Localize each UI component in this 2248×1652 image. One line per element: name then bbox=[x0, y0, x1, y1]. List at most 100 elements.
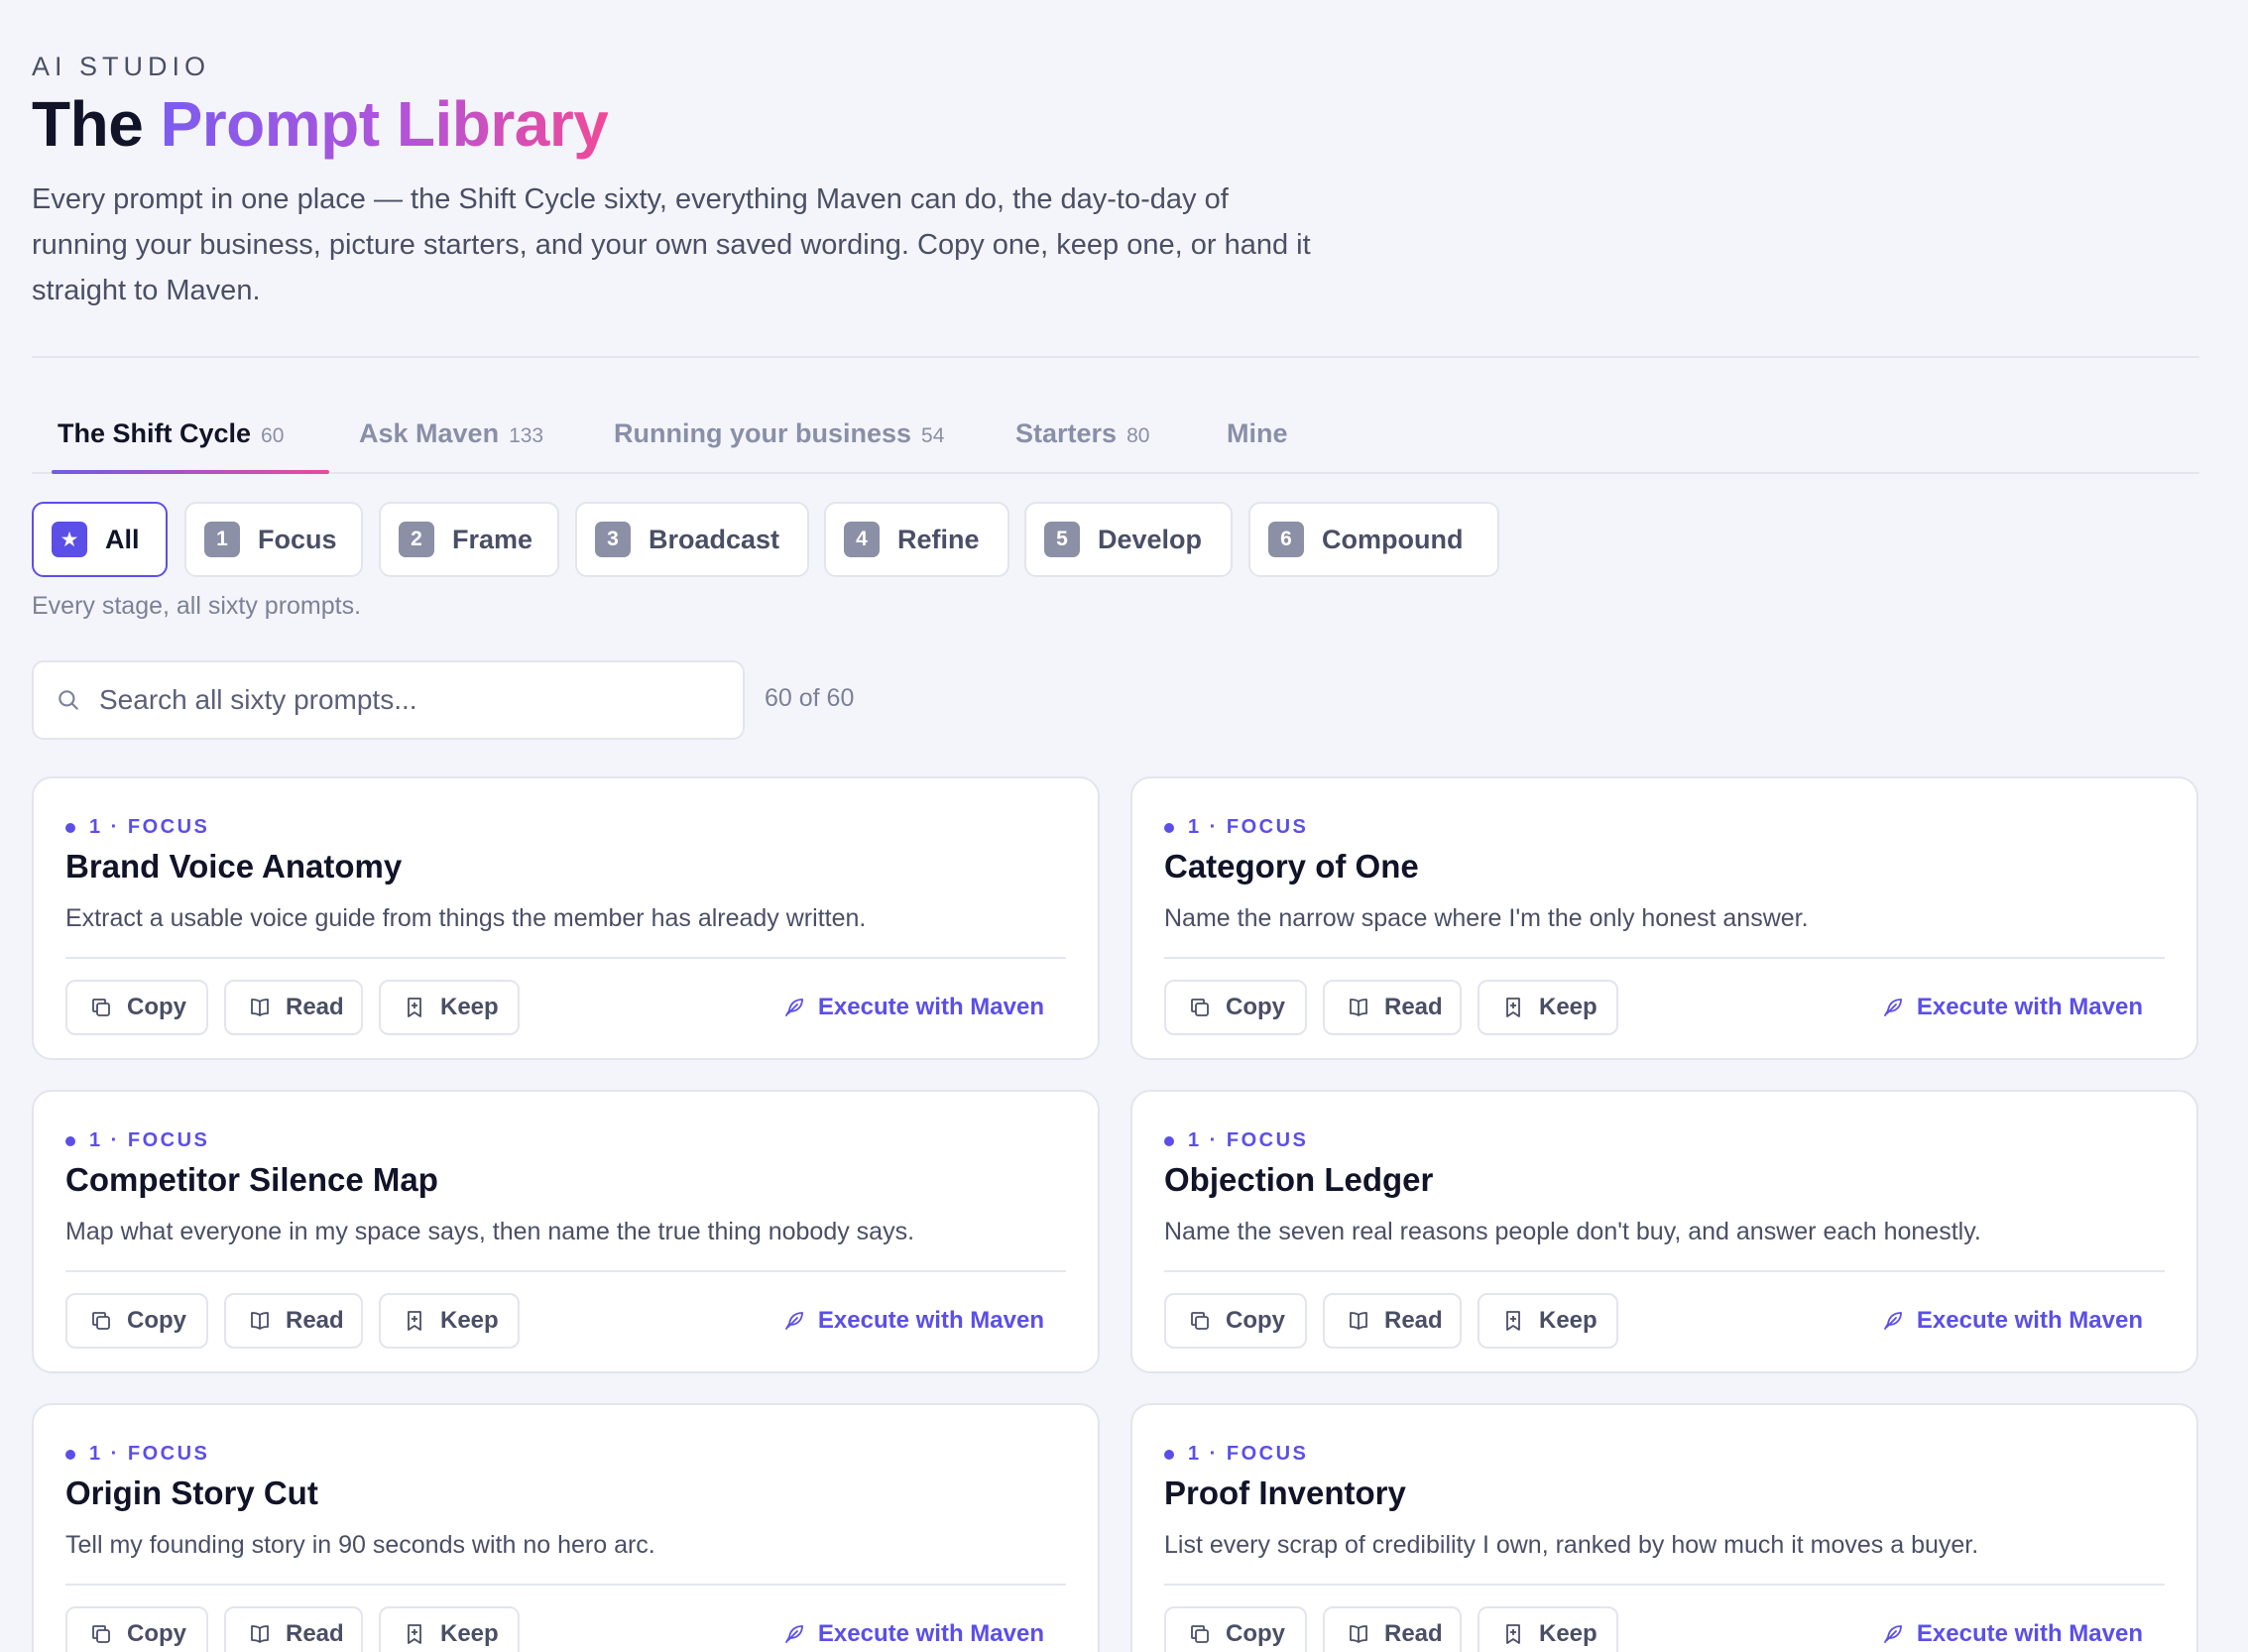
active-tab-indicator bbox=[52, 470, 330, 474]
read-button[interactable]: Read bbox=[224, 1293, 363, 1349]
stage-refine[interactable]: 4 Refine bbox=[824, 502, 1009, 577]
keep-button[interactable]: Keep bbox=[379, 980, 520, 1035]
tab-label: Mine bbox=[1227, 418, 1288, 448]
tab-ask-maven[interactable]: Ask Maven 133 bbox=[359, 409, 543, 474]
prompt-card: 1 · FOCUS Competitor Silence Map Map wha… bbox=[32, 1090, 1100, 1373]
dot-icon bbox=[65, 822, 75, 833]
search-icon bbox=[59, 690, 78, 710]
card-divider bbox=[1164, 1584, 2165, 1586]
book-icon bbox=[1350, 1625, 1367, 1643]
feather-icon bbox=[785, 1625, 803, 1643]
page-title: The Prompt Library bbox=[32, 87, 609, 161]
copy-label: Copy bbox=[1226, 994, 1285, 1020]
dot-icon bbox=[1164, 1135, 1174, 1146]
search-input[interactable] bbox=[99, 684, 694, 716]
book-icon bbox=[251, 999, 269, 1016]
prompt-description: List every scrap of credibility I own, r… bbox=[1164, 1531, 1979, 1559]
dot-icon bbox=[1164, 822, 1174, 833]
dot-icon bbox=[1164, 1449, 1174, 1460]
tab-running-your-business[interactable]: Running your business 54 bbox=[614, 409, 944, 474]
copy-button[interactable]: Copy bbox=[65, 1293, 208, 1349]
feather-icon bbox=[1884, 1312, 1902, 1330]
feather-icon bbox=[1884, 1625, 1902, 1643]
copy-button[interactable]: Copy bbox=[65, 980, 208, 1035]
bookmark-icon bbox=[408, 1311, 421, 1331]
tab-count: 60 bbox=[261, 424, 285, 447]
stage-tag-label: 1 · FOCUS bbox=[1188, 816, 1309, 838]
copy-button[interactable]: Copy bbox=[1164, 1606, 1307, 1652]
card-divider bbox=[65, 1270, 1066, 1272]
tab-mine[interactable]: Mine bbox=[1227, 409, 1288, 474]
execute-label: Execute with Maven bbox=[1916, 994, 2143, 1020]
execute-with-maven-button[interactable]: Execute with Maven bbox=[782, 980, 1044, 1035]
tab-count: 54 bbox=[921, 424, 945, 447]
keep-button[interactable]: Keep bbox=[1478, 1606, 1618, 1652]
tab-shift-cycle[interactable]: The Shift Cycle 60 bbox=[52, 409, 330, 474]
tab-label: Starters bbox=[1015, 418, 1118, 448]
execute-label: Execute with Maven bbox=[817, 1307, 1044, 1334]
stage-tag: 1 · FOCUS bbox=[1164, 1129, 1308, 1152]
keep-label: Keep bbox=[440, 994, 499, 1020]
prompt-title: Objection Ledger bbox=[1164, 1161, 1434, 1198]
stage-label: Develop bbox=[1098, 524, 1203, 554]
execute-with-maven-button[interactable]: Execute with Maven bbox=[1881, 1606, 2143, 1652]
tab-bar: The Shift Cycle 60 Ask Maven 133 Running y… bbox=[32, 409, 2199, 474]
execute-with-maven-button[interactable]: Execute with Maven bbox=[1881, 980, 2143, 1035]
tab-label: The Shift Cycle bbox=[58, 418, 252, 448]
keep-label: Keep bbox=[1539, 1307, 1597, 1334]
read-label: Read bbox=[286, 1307, 344, 1334]
stage-number: 3 bbox=[595, 522, 631, 557]
keep-button[interactable]: Keep bbox=[1478, 980, 1618, 1035]
prompt-title: Competitor Silence Map bbox=[65, 1161, 438, 1198]
execute-with-maven-button[interactable]: Execute with Maven bbox=[782, 1606, 1044, 1652]
stage-tag: 1 · FOCUS bbox=[65, 1443, 209, 1466]
stage-develop[interactable]: 5 Develop bbox=[1024, 502, 1233, 577]
keep-button[interactable]: Keep bbox=[379, 1293, 520, 1349]
tab-label: Ask Maven bbox=[359, 418, 500, 448]
keep-label: Keep bbox=[440, 1307, 499, 1334]
stage-label: Broadcast bbox=[649, 524, 780, 554]
stage-compound[interactable]: 6 Compound bbox=[1248, 502, 1499, 577]
prompt-card: 1 · FOCUS Origin Story Cut Tell my found… bbox=[32, 1403, 1100, 1652]
bookmark-icon bbox=[408, 998, 421, 1017]
card-divider bbox=[65, 957, 1066, 959]
keep-label: Keep bbox=[1539, 994, 1597, 1020]
execute-with-maven-button[interactable]: Execute with Maven bbox=[1881, 1293, 2143, 1349]
execute-with-maven-button[interactable]: Execute with Maven bbox=[782, 1293, 1044, 1349]
copy-label: Copy bbox=[1226, 1307, 1285, 1334]
prompt-description: Tell my founding story in 90 seconds wit… bbox=[65, 1531, 655, 1559]
keep-button[interactable]: Keep bbox=[1478, 1293, 1618, 1349]
copy-button[interactable]: Copy bbox=[65, 1606, 208, 1652]
stage-number: 6 bbox=[1268, 522, 1304, 557]
search-box[interactable] bbox=[32, 660, 745, 740]
copy-button[interactable]: Copy bbox=[1164, 980, 1307, 1035]
prompt-card: 1 · FOCUS Category of One Name the narro… bbox=[1130, 776, 2198, 1060]
stage-tag-label: 1 · FOCUS bbox=[89, 816, 210, 838]
read-button[interactable]: Read bbox=[224, 1606, 363, 1652]
copy-button[interactable]: Copy bbox=[1164, 1293, 1307, 1349]
stage-tag-label: 1 · FOCUS bbox=[1188, 1129, 1309, 1151]
read-label: Read bbox=[286, 994, 344, 1020]
copy-label: Copy bbox=[127, 1307, 186, 1334]
card-divider bbox=[65, 1584, 1066, 1586]
read-button[interactable]: Read bbox=[224, 980, 363, 1035]
stage-broadcast[interactable]: 3 Broadcast bbox=[575, 502, 809, 577]
prompt-card: 1 · FOCUS Brand Voice Anatomy Extract a … bbox=[32, 776, 1100, 1060]
prompt-card: 1 · FOCUS Objection Ledger Name the seve… bbox=[1130, 1090, 2198, 1373]
dot-icon bbox=[65, 1135, 75, 1146]
read-button[interactable]: Read bbox=[1323, 980, 1462, 1035]
stage-tag: 1 · FOCUS bbox=[1164, 1443, 1308, 1466]
read-button[interactable]: Read bbox=[1323, 1606, 1462, 1652]
stage-tag: 1 · FOCUS bbox=[65, 1129, 209, 1152]
stage-number: 5 bbox=[1044, 522, 1080, 557]
prompt-description: Name the seven real reasons people don't… bbox=[1164, 1218, 1981, 1245]
prompt-title: Proof Inventory bbox=[1164, 1475, 1406, 1511]
stage-all[interactable]: ★ All bbox=[32, 502, 168, 577]
stage-tag: 1 · FOCUS bbox=[65, 816, 209, 839]
tab-starters[interactable]: Starters 80 bbox=[1015, 409, 1149, 474]
stage-focus[interactable]: 1 Focus bbox=[184, 502, 363, 577]
bookmark-icon bbox=[1506, 998, 1520, 1017]
read-button[interactable]: Read bbox=[1323, 1293, 1462, 1349]
keep-button[interactable]: Keep bbox=[379, 1606, 520, 1652]
stage-frame[interactable]: 2 Frame bbox=[379, 502, 559, 577]
